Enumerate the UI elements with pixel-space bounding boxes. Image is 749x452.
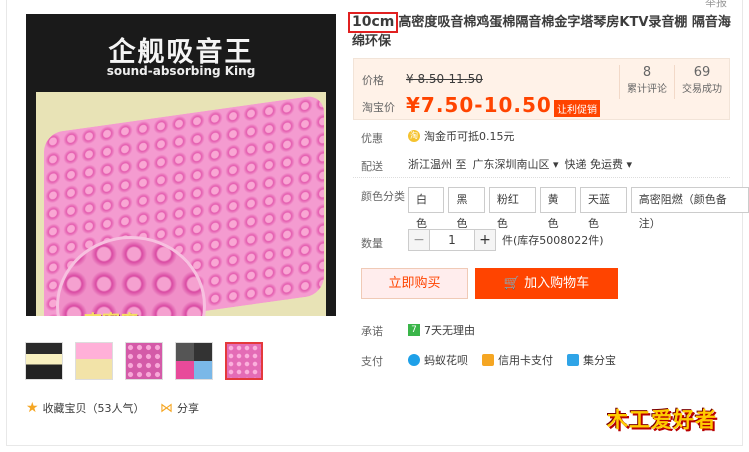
star-icon: ★: [26, 400, 39, 416]
ship-to-text: 广东深圳南山区: [472, 158, 550, 171]
share-icon: ⋈: [160, 400, 173, 416]
thumbnail-1[interactable]: [25, 342, 63, 380]
payment-label: 支付: [361, 355, 383, 368]
payment-methods: 蚂蚁花呗 信用卡支付 集分宝: [408, 352, 616, 368]
stock-text: 件(库存5008022件): [502, 234, 604, 247]
chevron-down-icon: ▾: [553, 158, 559, 171]
image-brand-en: sound-absorbing King: [106, 64, 256, 78]
thumbnail-strip: [25, 342, 263, 380]
add-to-cart-label: 加入购物车: [524, 276, 590, 291]
review-count-caption: 累计评论: [627, 84, 667, 95]
thumbnail-3[interactable]: [125, 342, 163, 380]
divider: [353, 177, 730, 178]
quantity-increase-button[interactable]: +: [474, 229, 496, 251]
payment-jifenbao[interactable]: 集分宝: [567, 352, 616, 368]
taobao-price-label: 淘宝价: [362, 101, 395, 114]
title-text: 高密度吸音棉鸡蛋棉隔音棉金字塔琴房KTV录音棚 隔音海绵环保: [352, 15, 731, 49]
promo-tag: 让利促销: [554, 100, 600, 117]
quantity-decrease-button[interactable]: −: [408, 229, 430, 251]
color-options: 白色 黑色 粉红色 黄色 天蓝色 高密阻燃（颜色备注）: [408, 187, 749, 230]
image-bottom-strip: [26, 316, 336, 330]
ship-to-dropdown[interactable]: 广东深圳南山区 ▾: [473, 156, 559, 172]
thumbnail-5-selected[interactable]: [225, 342, 263, 380]
discount-text: 淘金币可抵0.15元: [424, 130, 515, 143]
shipping-label: 配送: [361, 160, 383, 173]
credit-card-icon: [482, 354, 494, 366]
sales-count-caption: 交易成功: [682, 84, 722, 95]
jifenbao-icon: [567, 354, 579, 366]
huabei-icon: [408, 354, 420, 366]
quantity-input[interactable]: 1: [430, 229, 474, 251]
chevron-down-icon: ▾: [626, 158, 633, 171]
watermark-logo: 木工爱好者: [607, 408, 717, 432]
product-title: 10cm 高密度吸音棉鸡蛋棉隔音棉金字塔琴房KTV录音棚 隔音海绵环保: [348, 12, 737, 50]
quantity-stepper: − 1 + 件(库存5008022件): [408, 229, 604, 251]
quantity-label: 数量: [361, 237, 383, 250]
ship-method-text: 快递 免运费: [564, 158, 624, 171]
sales-count-num: 69: [693, 65, 711, 80]
shipping-info: 浙江温州 至 广东深圳南山区 ▾ 快递 免运费 ▾: [408, 156, 632, 172]
seven-day-icon: 7: [408, 324, 420, 336]
current-price: ¥7.50-10.50: [406, 93, 552, 117]
review-count[interactable]: 8 累计评论: [619, 65, 674, 99]
color-label: 颜色分类: [361, 190, 405, 203]
payment-credit-card-text: 信用卡支付: [498, 354, 553, 367]
payment-huabei-text: 蚂蚁花呗: [424, 354, 468, 367]
coin-icon: 淘: [408, 130, 420, 142]
color-option-yellow[interactable]: 黄色: [539, 187, 577, 230]
color-option-skyblue[interactable]: 天蓝色: [580, 187, 627, 230]
color-option-white[interactable]: 白色: [408, 187, 445, 230]
main-product-image[interactable]: 企舰吸音王 sound-absorbing King 高密度: [26, 14, 336, 330]
payment-credit-card[interactable]: 信用卡支付: [482, 352, 553, 368]
promise-text: 7天无理由: [424, 324, 475, 337]
promise-info[interactable]: 7 7天无理由: [408, 322, 475, 338]
add-to-cart-button[interactable]: 🛒 加入购物车: [475, 268, 618, 299]
original-price: ¥ 8.50-11.50: [406, 72, 483, 86]
thumbnail-4[interactable]: [175, 342, 213, 380]
title-highlight: 10cm: [348, 12, 399, 33]
sales-count[interactable]: 69 交易成功: [674, 65, 729, 99]
collect-button[interactable]: ★ 收藏宝贝（53人气）: [26, 400, 145, 416]
price-panel: 价格 ¥ 8.50-11.50 淘宝价 ¥7.50-10.50 让利促销 8 累…: [353, 58, 730, 120]
review-count-num: 8: [642, 65, 652, 80]
payment-jifenbao-text: 集分宝: [583, 354, 616, 367]
ship-from: 浙江温州 至: [408, 158, 467, 171]
discount-label: 优惠: [361, 132, 383, 145]
collect-label: 收藏宝贝（53人气）: [42, 402, 145, 415]
discount-info: 淘 淘金币可抵0.15元: [408, 128, 515, 144]
payment-huabei[interactable]: 蚂蚁花呗: [408, 352, 468, 368]
color-option-black[interactable]: 黑色: [448, 187, 485, 230]
report-link[interactable]: 举报: [705, 0, 727, 10]
promise-label: 承诺: [361, 325, 383, 338]
thumbnail-2[interactable]: [75, 342, 113, 380]
ship-method-dropdown[interactable]: 快递 免运费 ▾: [565, 156, 633, 172]
share-button[interactable]: ⋈ 分享: [160, 400, 199, 416]
buy-now-button[interactable]: 立即购买: [361, 268, 468, 299]
cart-icon: 🛒: [503, 276, 521, 291]
color-option-fireproof[interactable]: 高密阻燃（颜色备注）: [630, 187, 749, 230]
price-label: 价格: [362, 74, 384, 87]
color-option-pink[interactable]: 粉红色: [488, 187, 536, 230]
share-label: 分享: [177, 402, 199, 415]
